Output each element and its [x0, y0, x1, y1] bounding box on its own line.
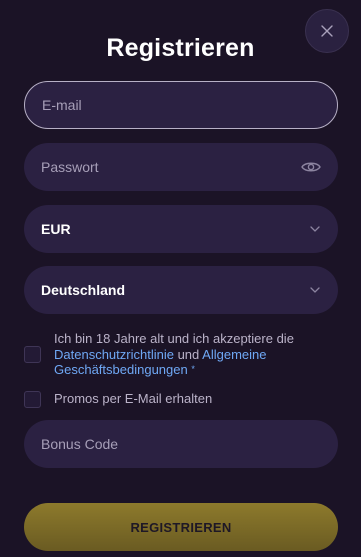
email-field-container	[24, 81, 338, 129]
password-field-container	[24, 143, 338, 191]
required-mark: *	[191, 364, 195, 374]
currency-select[interactable]: EUR	[24, 205, 338, 253]
eye-icon[interactable]	[301, 157, 321, 177]
register-button[interactable]: REGISTRIEREN	[24, 503, 338, 551]
promos-label: Promos per E-Mail erhalten	[54, 391, 213, 406]
chevron-down-icon	[309, 223, 321, 235]
bonus-code-field[interactable]	[41, 436, 321, 452]
terms-row: Ich bin 18 Jahre alt und ich akzeptiere …	[24, 331, 344, 378]
terms-text: Ich bin 18 Jahre alt und ich akzeptiere …	[54, 331, 344, 378]
currency-value: EUR	[41, 221, 71, 237]
country-value: Deutschland	[41, 282, 126, 298]
bonus-code-container	[24, 420, 338, 468]
country-select[interactable]: Deutschland	[24, 266, 338, 314]
password-field[interactable]	[41, 159, 301, 175]
terms-checkbox[interactable]	[24, 346, 41, 363]
page-title: Registrieren	[106, 34, 255, 62]
terms-text-before: Ich bin 18 Jahre alt und ich akzeptiere …	[54, 331, 294, 346]
email-field[interactable]	[42, 97, 320, 113]
privacy-policy-link[interactable]: Datenschutzrichtlinie	[54, 347, 174, 362]
registration-modal: Registrieren EUR Deutschland Ich bin 18 …	[0, 0, 361, 557]
promos-checkbox[interactable]	[24, 391, 41, 408]
chevron-down-icon	[309, 284, 321, 296]
promos-row: Promos per E-Mail erhalten	[24, 390, 344, 408]
terms-text-and: und	[173, 346, 203, 362]
